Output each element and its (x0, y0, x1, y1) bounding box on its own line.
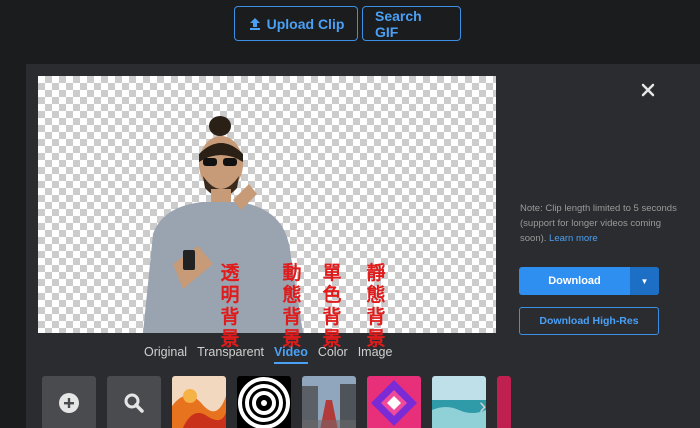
search-gif-button[interactable]: Search GIF (362, 6, 461, 41)
preview-canvas (38, 76, 496, 333)
close-icon[interactable] (640, 82, 656, 98)
search-background-button[interactable] (107, 376, 161, 428)
note-text: Note: Clip length limited to 5 seconds (… (520, 203, 677, 244)
caret-down-icon[interactable]: ▼ (630, 267, 659, 295)
tab-original[interactable]: Original (144, 345, 187, 364)
clip-length-note: Note: Clip length limited to 5 seconds (… (520, 201, 680, 246)
tab-image[interactable]: Image (358, 345, 393, 364)
search-gif-label: Search GIF (375, 7, 422, 40)
plus-icon (59, 393, 79, 413)
download-high-res-button[interactable]: Download High-Res (519, 307, 659, 335)
thumbnail-spiral[interactable] (237, 376, 291, 428)
thumbnail-fire-swirl[interactable] (172, 376, 226, 428)
top-button-bar: Upload Clip Search GIF (234, 6, 461, 41)
thumbnail-partial[interactable] (497, 376, 511, 428)
chevron-right-icon[interactable]: › (479, 393, 486, 419)
overlay-label-transparent: 透明背景 (220, 262, 240, 350)
background-tabs: Original Transparent Video Color Image (144, 345, 402, 364)
thumbnail-ocean[interactable] (432, 376, 486, 428)
thumbnail-neon-diamond[interactable] (367, 376, 421, 428)
upload-icon (248, 17, 262, 31)
overlay-label-video: 動態背景 (282, 262, 302, 350)
overlay-label-color: 單色背景 (322, 262, 342, 350)
background-thumbnails (42, 376, 511, 428)
learn-more-link[interactable]: Learn more (549, 233, 598, 244)
thumbnail-street[interactable] (302, 376, 356, 428)
upload-clip-label: Upload Clip (266, 15, 345, 32)
magnifier-icon (124, 393, 144, 413)
overlay-label-image: 靜態背景 (366, 262, 386, 350)
tab-transparent[interactable]: Transparent (197, 345, 264, 364)
upload-clip-button[interactable]: Upload Clip (234, 6, 358, 41)
tab-color[interactable]: Color (318, 345, 348, 364)
download-button[interactable]: Download (519, 267, 630, 295)
tab-video[interactable]: Video (274, 345, 308, 364)
add-background-button[interactable] (42, 376, 96, 428)
download-split-button: Download ▼ (519, 267, 659, 295)
